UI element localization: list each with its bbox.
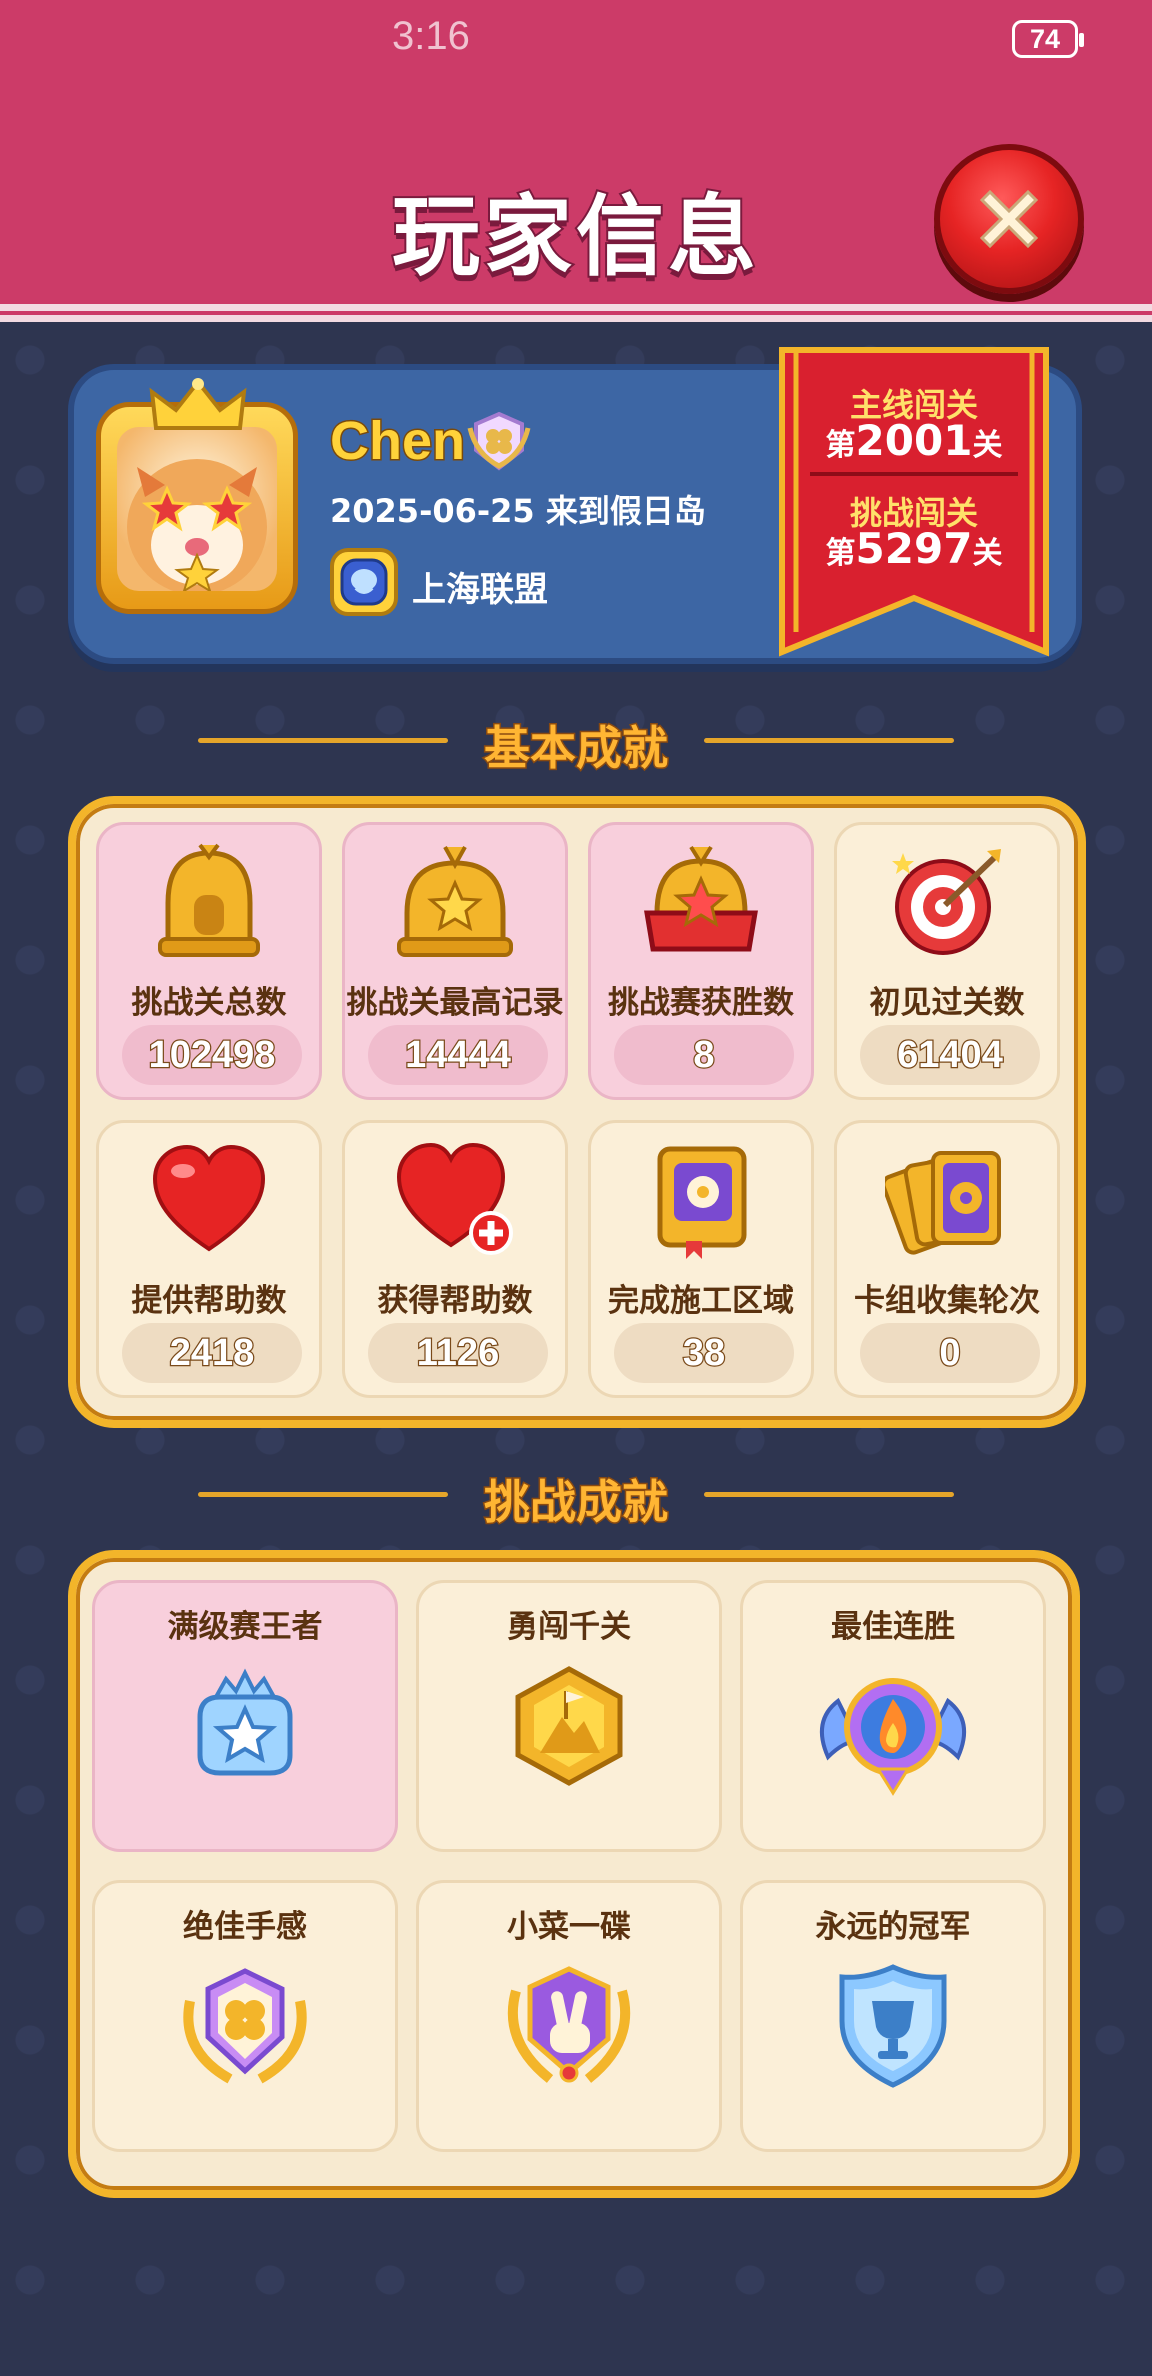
stat-label: 初见过关数 bbox=[869, 985, 1025, 1021]
crown-icon bbox=[149, 378, 247, 430]
stat-label: 完成施工区域 bbox=[608, 1283, 794, 1319]
heart-icon bbox=[152, 1144, 266, 1252]
achievement-label: 小菜一碟 bbox=[507, 1909, 631, 1945]
stat-tile: 卡组收集轮次 0 bbox=[834, 1120, 1060, 1398]
stat-tile: 挑战关最高记录 14444 bbox=[342, 822, 568, 1100]
cup-shield-icon bbox=[839, 1964, 947, 2088]
target-icon bbox=[892, 849, 1001, 955]
stat-value: 1126 bbox=[368, 1323, 548, 1383]
achievement-tile[interactable]: 勇闯千关 bbox=[416, 1580, 722, 1852]
achievement-tile[interactable]: 绝佳手感 bbox=[92, 1880, 398, 2152]
clover-laurel-badge-icon bbox=[183, 1968, 307, 2084]
achievement-label: 绝佳手感 bbox=[183, 1909, 307, 1945]
stat-label: 获得帮助数 bbox=[377, 1283, 533, 1319]
flame-wing-medal-icon bbox=[820, 1678, 966, 1796]
mountain-flag-badge-icon bbox=[515, 1666, 623, 1786]
stat-value: 102498 bbox=[122, 1025, 302, 1085]
close-button[interactable] bbox=[934, 144, 1084, 294]
avatar-image bbox=[117, 427, 277, 591]
alliance-icon bbox=[330, 548, 398, 616]
stat-value: 14444 bbox=[368, 1025, 548, 1085]
crown-star-badge-icon bbox=[197, 1668, 293, 1776]
stat-value: 0 bbox=[860, 1323, 1040, 1383]
player-name: Chen bbox=[329, 410, 467, 473]
stat-label: 挑战赛获胜数 bbox=[608, 985, 794, 1021]
achievement-label: 最佳连胜 bbox=[831, 1609, 955, 1645]
book-icon bbox=[657, 1146, 747, 1259]
star-trophy-icon bbox=[397, 846, 513, 957]
peace-hand-badge-icon bbox=[507, 1966, 631, 2083]
stat-tile: 提供帮助数 2418 bbox=[96, 1120, 322, 1398]
stat-tile: 挑战赛获胜数 8 bbox=[588, 822, 814, 1100]
stat-label: 挑战关总数 bbox=[131, 985, 287, 1021]
stat-value: 61404 bbox=[860, 1025, 1040, 1085]
main-level-suffix: 关 bbox=[972, 428, 1003, 463]
achievement-tile[interactable]: 最佳连胜 bbox=[740, 1580, 1046, 1852]
challenge-level-suffix: 关 bbox=[972, 536, 1003, 571]
stat-value: 2418 bbox=[122, 1323, 302, 1383]
heart-plus-icon bbox=[396, 1142, 513, 1255]
stat-tile: 初见过关数 61404 bbox=[834, 822, 1060, 1100]
achievement-tile[interactable]: 永远的冠军 bbox=[740, 1880, 1046, 2152]
main-level-prefix: 第 bbox=[825, 428, 856, 463]
main-level-number: 2001 bbox=[855, 416, 973, 465]
challenge-level-prefix: 第 bbox=[825, 536, 856, 571]
header-divider bbox=[0, 304, 1152, 330]
challenge-achievements-title: 挑战成就 bbox=[483, 1474, 670, 1531]
achievement-label: 满级赛王者 bbox=[167, 1609, 323, 1645]
stat-label: 卡组收集轮次 bbox=[854, 1283, 1040, 1319]
stat-value: 38 bbox=[614, 1323, 794, 1383]
stat-label: 提供帮助数 bbox=[131, 1283, 287, 1319]
stat-tile: 获得帮助数 1126 bbox=[342, 1120, 568, 1398]
basic-achievements-title: 基本成就 bbox=[483, 720, 670, 777]
battery-indicator: 74 bbox=[1012, 20, 1084, 58]
achievement-label: 永远的冠军 bbox=[815, 1909, 971, 1945]
main-level-value: 第2001关 bbox=[776, 416, 1052, 465]
house-trophy-icon bbox=[158, 843, 260, 957]
cards-icon bbox=[885, 1151, 1001, 1255]
stat-tile: 挑战关总数 102498 bbox=[96, 822, 322, 1100]
achievement-label: 勇闯千关 bbox=[507, 1609, 631, 1645]
stat-tile: 完成施工区域 38 bbox=[588, 1120, 814, 1398]
stat-value: 8 bbox=[614, 1025, 794, 1085]
challenge-level-number: 5297 bbox=[855, 524, 973, 573]
challenge-level-value: 第5297关 bbox=[776, 524, 1052, 573]
clover-badge-icon bbox=[467, 411, 531, 471]
status-time: 3:16 bbox=[392, 14, 470, 58]
achievement-tile[interactable]: 小菜一碟 bbox=[416, 1880, 722, 2152]
stat-label: 挑战关最高记录 bbox=[346, 985, 564, 1021]
alliance-name[interactable]: 上海联盟 bbox=[412, 562, 548, 611]
red-star-trophy-icon bbox=[644, 845, 758, 952]
achievement-tile[interactable]: 满级赛王者 bbox=[92, 1580, 398, 1852]
close-icon bbox=[979, 189, 1039, 249]
join-date: 2025-06-25 来到假日岛 bbox=[330, 492, 706, 530]
